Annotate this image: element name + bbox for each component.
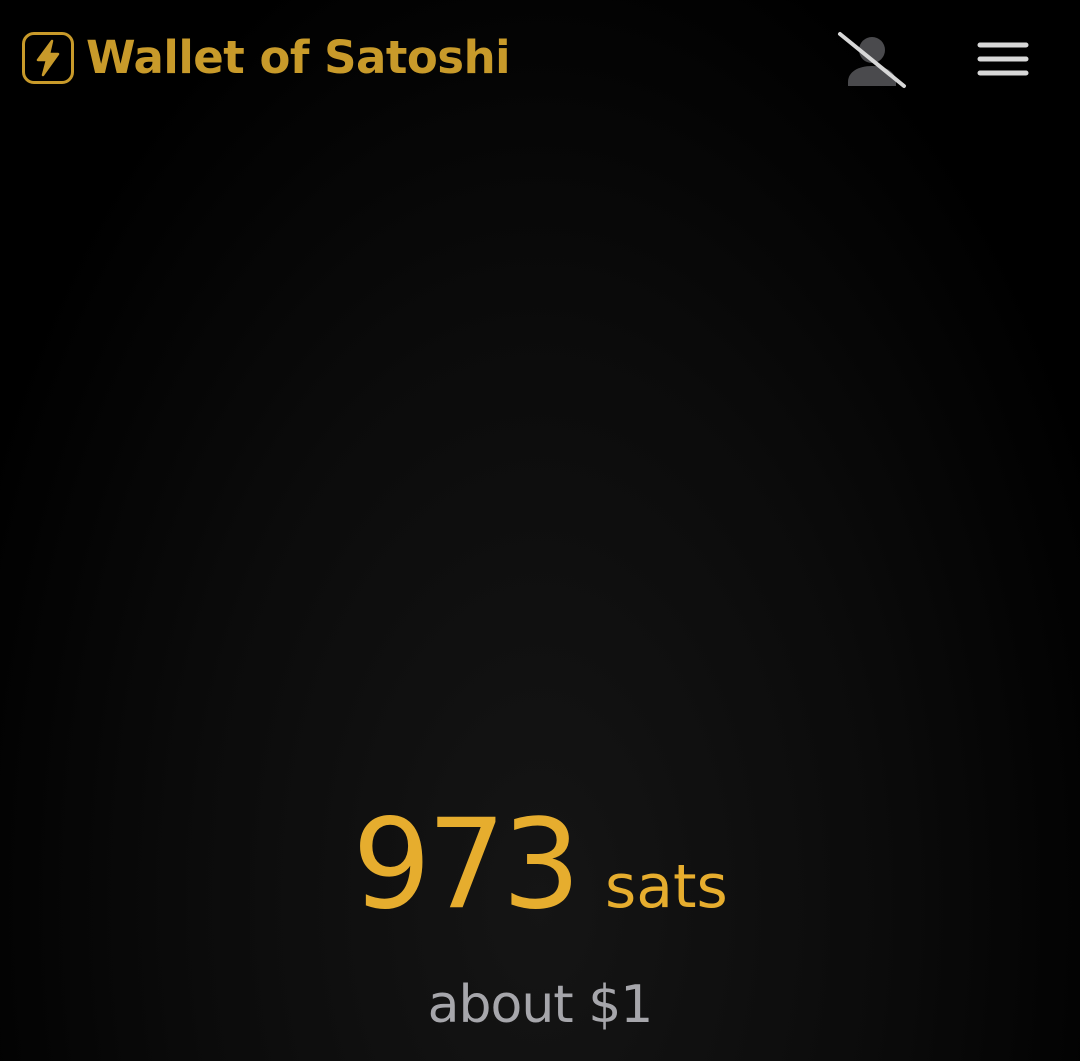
- app-header: Wallet of Satoshi: [0, 0, 1080, 120]
- account-off-icon: [838, 32, 906, 88]
- balance-unit: sats: [604, 852, 728, 922]
- account-button[interactable]: [836, 30, 908, 90]
- balance-display[interactable]: 973 sats: [0, 790, 1080, 940]
- app-logo: Wallet of Satoshi: [22, 30, 511, 86]
- balance-amount: 973: [352, 793, 581, 937]
- hamburger-menu-icon: [977, 42, 1029, 76]
- lightning-bolt-icon: [22, 32, 74, 84]
- menu-button[interactable]: [972, 38, 1034, 84]
- fiat-equivalent: about $1: [427, 975, 654, 1035]
- app-name: Wallet of Satoshi: [86, 31, 511, 84]
